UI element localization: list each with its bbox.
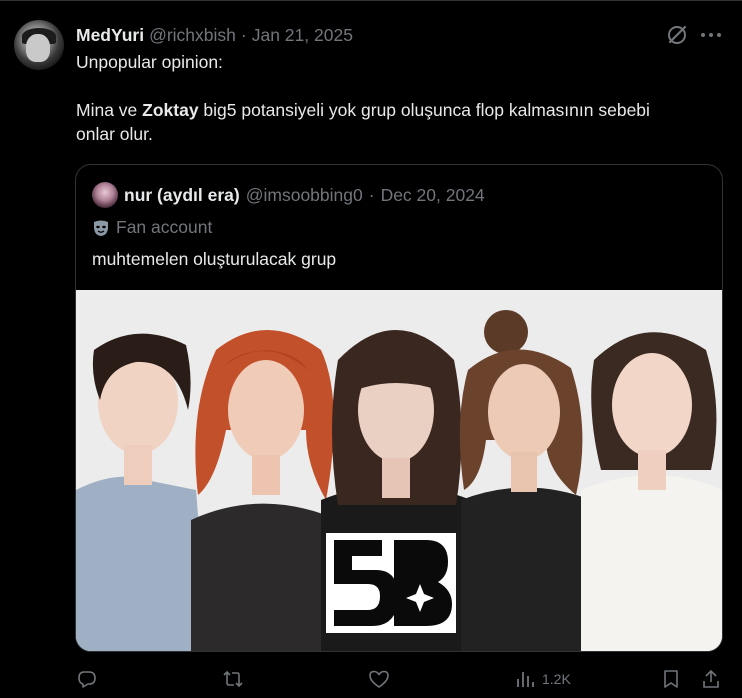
views-count: 1.2K: [542, 671, 571, 687]
views-button[interactable]: 1.2K: [514, 664, 571, 694]
tweet-text: Unpopular opinion: Mina ve Zoktay big5 p…: [76, 50, 716, 146]
tweet-date[interactable]: Jan 21, 2025: [252, 25, 353, 46]
author-avatar[interactable]: [14, 20, 64, 70]
views-icon: [517, 672, 534, 687]
like-button[interactable]: [368, 664, 390, 694]
quoted-tweet[interactable]: nur (aydıl era) @imsoobbing0 · Dec 20, 2…: [75, 164, 723, 652]
tweet-bold-name: Zoktay: [142, 100, 199, 120]
tweet-line-2: Mina ve Zoktay big5 potansiyeli yok grup…: [76, 98, 716, 122]
bookmark-button[interactable]: [660, 664, 682, 694]
author-handle[interactable]: @richxbish: [149, 25, 236, 46]
tweet-line-2-start: Mina ve: [76, 100, 143, 120]
group-photo[interactable]: [76, 290, 722, 651]
quote-handle[interactable]: @imsoobbing0: [246, 185, 363, 206]
quote-text: muhtemelen oluşturulacak grup: [92, 249, 337, 269]
like-icon: [369, 670, 389, 688]
fan-account-label: Fan account: [92, 217, 212, 238]
tweet-line-1: Unpopular opinion:: [76, 52, 223, 72]
share-button[interactable]: [700, 664, 722, 694]
person-5-figure: [581, 332, 722, 651]
retweet-icon: [223, 670, 243, 688]
person-1-figure: [76, 333, 206, 651]
quote-date[interactable]: Dec 20, 2024: [381, 185, 485, 206]
action-bar: 1.2K: [0, 664, 742, 694]
retweet-button[interactable]: [222, 664, 244, 694]
big5-logo: [326, 533, 456, 633]
quote-display-name[interactable]: nur (aydıl era): [124, 185, 240, 206]
grok-icon[interactable]: [664, 22, 690, 48]
tweet-header: MedYuri @richxbish · Jan 21, 2025: [76, 24, 353, 46]
tweet-line-3: onlar olur.: [76, 124, 153, 144]
tweet-line-2-end: big5 potansiyeli yok grup oluşunca flop …: [198, 100, 650, 120]
author-display-name[interactable]: MedYuri: [76, 25, 144, 46]
quote-avatar[interactable]: [92, 182, 118, 208]
fan-account-text: Fan account: [116, 217, 213, 237]
share-icon: [703, 669, 719, 688]
reply-icon: [78, 671, 96, 688]
more-icon[interactable]: [698, 22, 724, 48]
header-separator: ·: [240, 24, 247, 45]
reply-button[interactable]: [76, 664, 98, 694]
bookmark-icon: [664, 670, 678, 688]
quote-header: nur (aydıl era) @imsoobbing0 · Dec 20, 2…: [92, 182, 485, 208]
quote-separator: ·: [368, 184, 375, 205]
mask-icon: [94, 220, 108, 236]
top-divider: [0, 0, 742, 4]
